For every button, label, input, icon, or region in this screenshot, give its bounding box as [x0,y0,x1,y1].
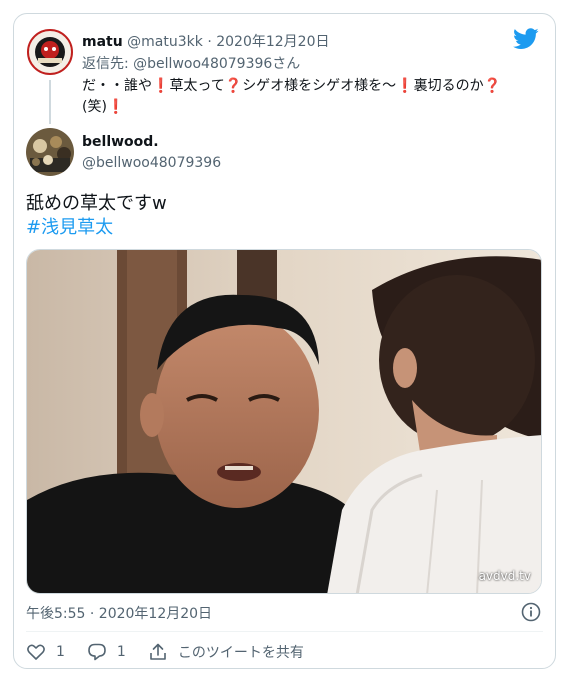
reply-button[interactable]: 1 [87,642,126,662]
exclamation-icon: ❗ [152,78,170,94]
author-handle[interactable]: @bellwoo48079396 [82,155,221,171]
question-icon: ❓ [483,78,502,94]
parent-name[interactable]: matu [82,34,123,50]
share-icon [150,643,166,660]
embedded-tweet-card[interactable]: matu @matu3kk · 2020年12月20日 返信先: @bellwo… [13,13,556,669]
parent-tweet-text: だ・・誰や❗草太って❓シゲオ様をシゲオ様を〜❗裏切るのか❓ (笑)❗ [82,76,542,118]
reply-to-line: 返信先: @bellwoo48079396さん [82,53,300,73]
media-watermark: avdvd.tv [478,569,531,583]
reply-bubble-icon [88,643,106,661]
tweet-timestamp[interactable]: 午後5:55 · 2020年12月20日 [26,603,212,623]
like-button[interactable]: 1 [26,642,65,662]
tweet-media-image[interactable]: avdvd.tv [26,249,542,594]
reply-label: 返信先: [82,56,129,72]
question-icon: ❓ [224,78,243,94]
thread-connector-line [49,80,51,124]
reply-handle-link[interactable]: @bellwoo48079396 [133,56,272,72]
hashtag-link[interactable]: #浅見草太 [26,216,113,240]
share-label: このツイートを共有 [177,645,304,661]
author-name[interactable]: bellwood. [82,134,159,150]
parent-separator: · [207,34,212,50]
parent-text-part: 草太って [169,78,225,94]
reply-count: 1 [116,644,126,660]
parent-handle[interactable]: @matu3kk [127,34,203,50]
tweet-actions: 1 1 このツイートを共有 [26,642,326,662]
reply-suffix: さん [272,56,301,72]
tweet-text: 舐めの草太ですw [26,193,167,214]
parent-text-part: 裏切るのか [413,78,484,94]
author-avatar[interactable] [26,128,74,176]
parent-date[interactable]: 2020年12月20日 [216,34,329,50]
heart-icon [27,644,45,660]
twitter-bird-icon[interactable] [513,28,539,50]
parent-avatar[interactable] [26,28,74,76]
share-button[interactable]: このツイートを共有 [148,642,304,662]
exclamation-icon: ❗ [106,99,125,115]
info-icon[interactable] [521,602,541,622]
parent-text-part: (笑) [82,99,107,115]
like-count: 1 [56,644,65,660]
divider [26,631,543,632]
exclamation-icon: ❗ [396,78,414,94]
parent-text-part: シゲオ様をシゲオ様を〜 [242,78,397,94]
parent-text-part: だ・・誰や [82,78,152,94]
parent-header: matu @matu3kk · 2020年12月20日 [82,31,329,51]
